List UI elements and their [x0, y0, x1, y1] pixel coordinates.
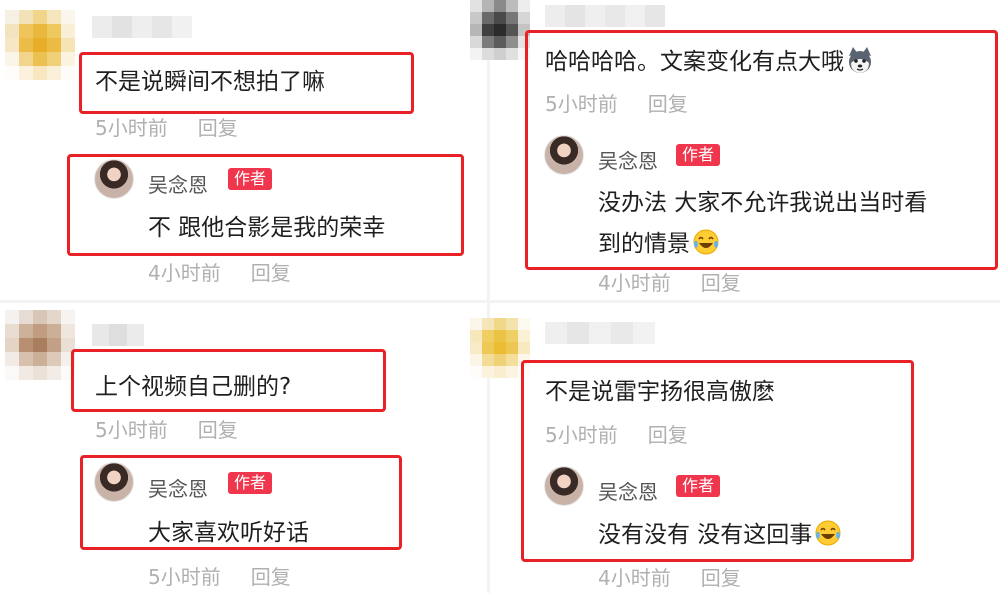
highlight-box — [525, 30, 998, 270]
reply-button[interactable]: 回复 — [701, 271, 741, 295]
reply-button[interactable]: 回复 — [251, 261, 291, 285]
reply-timestamp: 4小时前 — [148, 261, 221, 285]
reply-meta: 4小时前 回复 — [598, 562, 741, 591]
reply-meta: 4小时前 回复 — [598, 267, 741, 296]
pixelated-commenter-name — [545, 322, 655, 344]
pixelated-commenter-avatar[interactable] — [5, 310, 75, 380]
comment-timestamp: 5小时前 — [95, 418, 168, 442]
comment-timestamp: 5小时前 — [95, 116, 168, 140]
pixelated-commenter-name — [92, 324, 144, 346]
reply-timestamp: 4小时前 — [598, 271, 671, 295]
highlight-box — [67, 154, 464, 256]
reply-button[interactable]: 回复 — [198, 116, 238, 140]
highlight-box — [71, 349, 386, 412]
reply-timestamp: 5小时前 — [148, 565, 221, 589]
pixelated-commenter-name — [545, 5, 665, 27]
reply-button[interactable]: 回复 — [701, 566, 741, 590]
highlight-box — [79, 52, 414, 114]
reply-meta: 4小时前 回复 — [148, 257, 291, 286]
reply-timestamp: 4小时前 — [598, 566, 671, 590]
column-divider — [487, 0, 490, 593]
pixelated-commenter-name — [92, 16, 192, 38]
reply-button[interactable]: 回复 — [198, 418, 238, 442]
row-divider — [0, 300, 1000, 303]
pixelated-commenter-avatar[interactable] — [470, 0, 530, 60]
pixelated-commenter-avatar[interactable] — [5, 10, 75, 80]
reply-button[interactable]: 回复 — [251, 565, 291, 589]
comment-meta: 5小时前 回复 — [95, 414, 238, 443]
comment-meta: 5小时前 回复 — [95, 112, 238, 141]
highlight-box — [80, 455, 402, 550]
highlight-box — [521, 360, 914, 562]
reply-meta: 5小时前 回复 — [148, 561, 291, 590]
